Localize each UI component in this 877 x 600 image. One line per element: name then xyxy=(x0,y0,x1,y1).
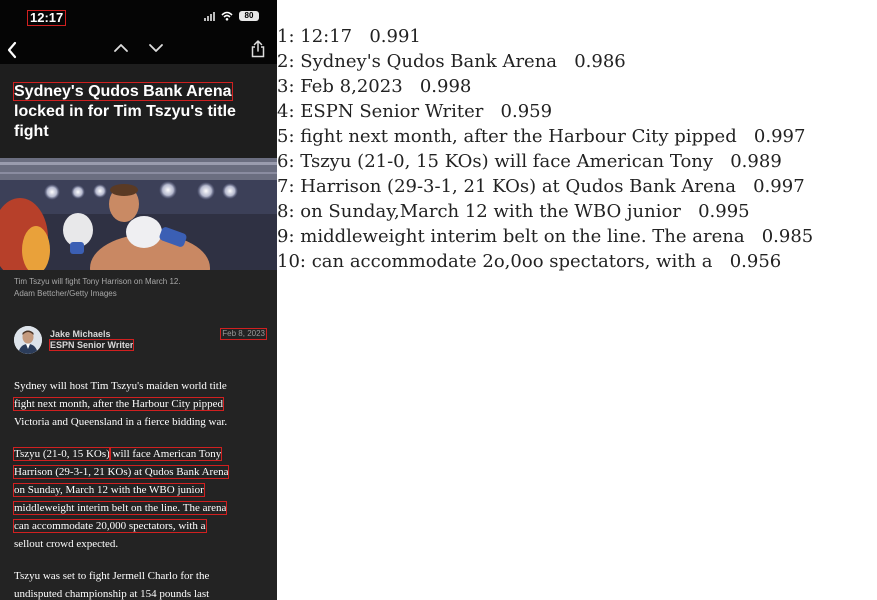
author-avatar-icon xyxy=(14,326,42,354)
ocr-text: 12:17 xyxy=(300,26,353,47)
p2-line-1a: Tszyu (21-0, 15 KOs) xyxy=(13,447,111,461)
ocr-result-line: 6: Tszyu (21-0, 15 KOs) will face Americ… xyxy=(277,149,782,174)
status-time: 12:17 xyxy=(26,10,67,26)
ocr-index: 3: xyxy=(277,76,295,97)
article-nav-bar xyxy=(0,36,277,64)
ocr-score: 0.986 xyxy=(574,51,626,72)
ocr-result-line: 9: middleweight interim belt on the line… xyxy=(277,224,813,249)
article-headline: Sydney's Qudos Bank Arena locked in for … xyxy=(13,82,269,142)
ocr-index: 10: xyxy=(277,251,306,272)
ocr-index: 2: xyxy=(277,51,295,72)
ocr-result-line: 10: can accommodate 2o,0oo spectators, w… xyxy=(277,249,781,274)
ocr-index: 8: xyxy=(277,201,295,222)
p2-line-6: sellout crowd expected. xyxy=(14,538,119,550)
ocr-score: 0.997 xyxy=(753,176,805,197)
paragraph-2: Tszyu (21-0, 15 KOs) will face American … xyxy=(12,445,264,553)
ocr-score: 0.991 xyxy=(369,26,421,47)
p2-line-1b: will face American Tony xyxy=(108,447,223,461)
ocr-result-line: 4: ESPN Senior Writer 0.959 xyxy=(277,99,552,124)
p1-line-1: Sydney will host Tim Tszyu's maiden worl… xyxy=(14,380,227,392)
ocr-text: Feb 8,2023 xyxy=(300,76,403,97)
ocr-index: 9: xyxy=(277,226,295,247)
ocr-score: 0.995 xyxy=(698,201,750,222)
paragraph-1: Sydney will host Tim Tszyu's maiden worl… xyxy=(13,377,264,431)
headline-line-1: Sydney's Qudos Bank Arena xyxy=(13,82,233,101)
paragraph-3: Tszyu was set to fight Jermell Charlo fo… xyxy=(14,567,264,600)
next-article-down-icon[interactable] xyxy=(148,42,164,54)
p2-line-5: can accommodate 20,000 spectators, with … xyxy=(13,519,207,533)
ocr-result-line: 8: on Sunday,March 12 with the WBO junio… xyxy=(277,199,750,224)
article-body: Sydney will host Tim Tszyu's maiden worl… xyxy=(12,377,264,600)
photo-credit: Adam Bettcher/Getty Images xyxy=(14,289,117,298)
headline-line-2: locked in for Tim Tszyu's title xyxy=(14,103,236,120)
ocr-text: ESPN Senior Writer xyxy=(300,101,484,122)
ocr-result-line: 2: Sydney's Qudos Bank Arena 0.986 xyxy=(277,49,626,74)
ocr-text: on Sunday,March 12 with the WBO junior xyxy=(300,201,681,222)
phone-screenshot: 12:17 80 Sydney's Qudos Bank Arena locke… xyxy=(0,0,277,600)
ocr-index: 5: xyxy=(277,126,295,147)
caption-text: Tim Tszyu will fight Tony Harrison on Ma… xyxy=(14,277,181,286)
author-name[interactable]: Jake Michaels xyxy=(50,329,111,340)
headline-line-3: fight xyxy=(14,123,49,140)
p2-line-4: middleweight interim belt on the line. T… xyxy=(12,501,228,515)
ocr-results-panel: 1: 12:17 0.991 2: Sydney's Qudos Bank Are… xyxy=(277,0,877,600)
previous-article-up-icon[interactable] xyxy=(113,42,129,54)
status-bar: 12:17 80 xyxy=(0,0,277,36)
p2-line-2: Harrison (29-3-1, 21 KOs) at Qudos Bank … xyxy=(12,465,230,479)
p3-line-1: Tszyu was set to fight Jermell Charlo fo… xyxy=(14,570,210,582)
p2-line-3: on Sunday, March 12 with the WBO junior xyxy=(13,483,205,497)
author-avatar[interactable] xyxy=(14,326,42,354)
wifi-icon xyxy=(221,11,233,21)
ocr-text: Sydney's Qudos Bank Arena xyxy=(300,51,558,72)
boxing-photo-illustration xyxy=(0,158,277,270)
p1-line-3: Victoria and Queensland in a fierce bidd… xyxy=(14,416,228,428)
ocr-score: 0.959 xyxy=(500,101,553,122)
ocr-index: 7: xyxy=(277,176,295,197)
share-icon[interactable] xyxy=(251,40,265,58)
ocr-index: 1: xyxy=(277,26,295,47)
ocr-index: 6: xyxy=(277,151,295,172)
ocr-result-line: 3: Feb 8,2023 0.998 xyxy=(277,74,471,99)
publish-date: Feb 8, 2023 xyxy=(220,328,267,340)
p3-line-2: undisputed championship at 154 pounds la… xyxy=(14,588,210,600)
back-chevron-icon[interactable] xyxy=(6,41,18,59)
status-icons: 80 xyxy=(204,11,259,21)
p1-line-2: fight next month, after the Harbour City… xyxy=(13,397,224,411)
ocr-index: 4: xyxy=(277,101,295,122)
author-byline: Jake Michaels ESPN Senior Writer Feb 8, … xyxy=(14,326,267,356)
ocr-score: 0.956 xyxy=(729,251,782,272)
ocr-text: Harrison (29-3-1, 21 KOs) at Qudos Bank … xyxy=(300,176,736,197)
ocr-score: 0.998 xyxy=(419,76,472,97)
ocr-score: 0.997 xyxy=(753,126,806,147)
author-role: ESPN Senior Writer xyxy=(48,339,135,351)
ocr-text: Tszyu (21-0, 15 KOs) will face American … xyxy=(300,151,714,172)
signal-icon xyxy=(204,11,215,21)
ocr-text: can accommodate 2o,0oo spectators, with … xyxy=(311,251,713,272)
ocr-score: 0.985 xyxy=(761,226,814,247)
ocr-score: 0.989 xyxy=(730,151,782,172)
headline-block: Sydney's Qudos Bank Arena locked in for … xyxy=(0,64,277,160)
hero-photo xyxy=(0,158,277,270)
ocr-result-line: 5: fight next month, after the Harbour C… xyxy=(277,124,805,149)
ocr-text: middleweight interim belt on the line. T… xyxy=(300,226,745,247)
ocr-result-line: 1: 12:17 0.991 xyxy=(277,24,421,49)
battery-icon: 80 xyxy=(239,11,259,21)
ocr-text: fight next month, after the Harbour City… xyxy=(300,126,737,147)
ocr-result-line: 7: Harrison (29-3-1, 21 KOs) at Qudos Ba… xyxy=(277,174,805,199)
photo-caption: Tim Tszyu will fight Tony Harrison on Ma… xyxy=(14,276,269,300)
